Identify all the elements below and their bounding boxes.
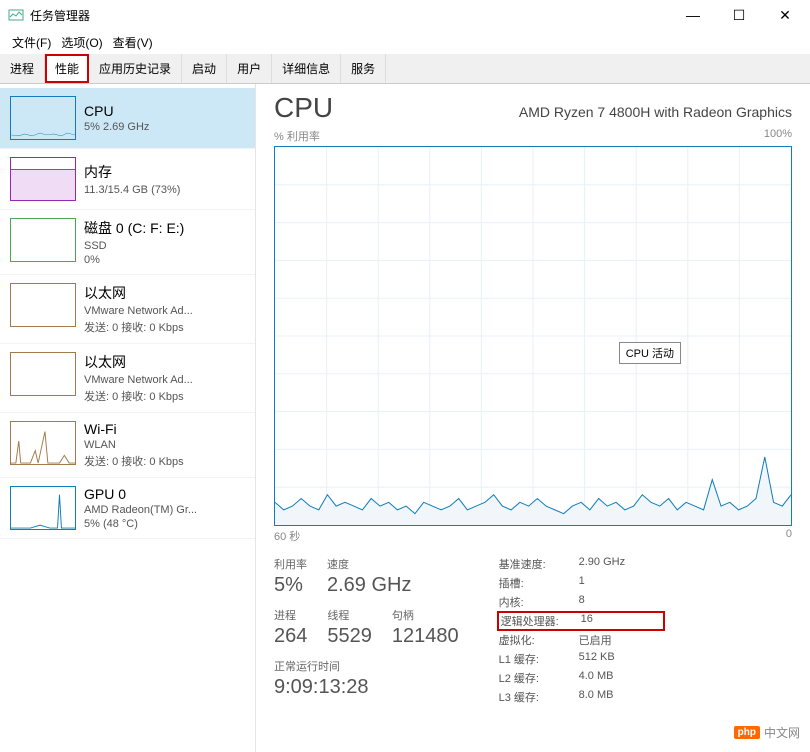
memory-spark-icon bbox=[10, 157, 76, 201]
stat-util-value: 5% bbox=[274, 574, 307, 597]
detail-model: AMD Ryzen 7 4800H with Radeon Graphics bbox=[519, 104, 792, 120]
sidebar-eth1-sub2: 发送: 0 接收: 0 Kbps bbox=[84, 319, 193, 335]
stat-uptime-value: 9:09:13:28 bbox=[274, 676, 459, 699]
tab-details[interactable]: 详细信息 bbox=[272, 54, 341, 83]
sidebar-cpu-sub: 5% 2.69 GHz bbox=[84, 121, 149, 133]
watermark-text: 中文网 bbox=[764, 724, 800, 741]
sidebar-disk-sub2: 0% bbox=[84, 254, 184, 266]
sidebar-item-wifi[interactable]: Wi-Fi WLAN 发送: 0 接收: 0 Kbps bbox=[0, 413, 255, 478]
chart-tooltip: CPU 活动 bbox=[619, 342, 681, 364]
sidebar-wifi-title: Wi-Fi bbox=[84, 421, 184, 437]
ethernet-spark-icon bbox=[10, 283, 76, 327]
sidebar-disk-title: 磁盘 0 (C: F: E:) bbox=[84, 218, 184, 238]
spec-l1-value: 512 KB bbox=[579, 651, 659, 667]
sidebar-item-memory[interactable]: 内存 11.3/15.4 GB (73%) bbox=[0, 149, 255, 210]
sidebar-item-ethernet-2[interactable]: 以太网 VMware Network Ad... 发送: 0 接收: 0 Kbp… bbox=[0, 344, 255, 413]
tab-processes[interactable]: 进程 bbox=[0, 54, 45, 83]
sidebar-eth2-title: 以太网 bbox=[84, 352, 193, 372]
chart-xlabel-left: 60 秒 bbox=[274, 528, 300, 544]
sidebar-memory-sub: 11.3/15.4 GB (73%) bbox=[84, 184, 180, 196]
titlebar: 任务管理器 — ☐ ✕ bbox=[0, 0, 810, 30]
spec-logical-value: 16 bbox=[581, 613, 661, 629]
menubar: 文件(F) 选项(O) 查看(V) bbox=[0, 30, 810, 54]
sidebar-cpu-title: CPU bbox=[84, 103, 149, 119]
spec-l3-value: 8.0 MB bbox=[579, 689, 659, 705]
chart-ylabel: % 利用率 bbox=[274, 128, 320, 144]
chart-ymax: 100% bbox=[764, 128, 792, 144]
tab-users[interactable]: 用户 bbox=[227, 54, 272, 83]
chart-xlabel-right: 0 bbox=[786, 528, 792, 544]
menu-file[interactable]: 文件(F) bbox=[8, 32, 55, 53]
spec-logical-label: 逻辑处理器: bbox=[501, 613, 581, 629]
tab-startup[interactable]: 启动 bbox=[182, 54, 227, 83]
stat-uptime-label: 正常运行时间 bbox=[274, 658, 459, 674]
sidebar-gpu-sub2: 5% (48 °C) bbox=[84, 518, 197, 530]
sidebar-eth2-sub2: 发送: 0 接收: 0 Kbps bbox=[84, 388, 193, 404]
watermark-badge: php bbox=[734, 726, 760, 739]
watermark: php 中文网 bbox=[734, 724, 800, 741]
stat-util-label: 利用率 bbox=[274, 556, 307, 572]
close-button[interactable]: ✕ bbox=[762, 0, 808, 30]
disk-spark-icon bbox=[10, 218, 76, 262]
maximize-button[interactable]: ☐ bbox=[716, 0, 762, 30]
sidebar-item-cpu[interactable]: CPU 5% 2.69 GHz bbox=[0, 88, 255, 149]
sidebar-item-ethernet-1[interactable]: 以太网 VMware Network Ad... 发送: 0 接收: 0 Kbp… bbox=[0, 275, 255, 344]
stat-proc-value: 264 bbox=[274, 625, 307, 648]
menu-options[interactable]: 选项(O) bbox=[57, 32, 106, 53]
spec-core-value: 8 bbox=[579, 594, 659, 610]
spec-l2-value: 4.0 MB bbox=[579, 670, 659, 686]
spec-core-label: 内核: bbox=[499, 594, 579, 610]
sidebar-wifi-sub2: 发送: 0 接收: 0 Kbps bbox=[84, 453, 184, 469]
spec-socket-value: 1 bbox=[579, 575, 659, 591]
stat-speed-label: 速度 bbox=[327, 556, 411, 572]
sidebar-item-disk[interactable]: 磁盘 0 (C: F: E:) SSD 0% bbox=[0, 210, 255, 275]
spec-virt-value: 已启用 bbox=[579, 632, 659, 648]
window-title: 任务管理器 bbox=[30, 7, 90, 24]
stat-handle-label: 句柄 bbox=[392, 607, 459, 623]
tab-history[interactable]: 应用历史记录 bbox=[89, 54, 182, 83]
tab-services[interactable]: 服务 bbox=[341, 54, 386, 83]
ethernet-spark-icon bbox=[10, 352, 76, 396]
sidebar: CPU 5% 2.69 GHz 内存 11.3/15.4 GB (73%) 磁盘… bbox=[0, 84, 256, 752]
wifi-spark-icon bbox=[10, 421, 76, 465]
tab-performance[interactable]: 性能 bbox=[45, 54, 89, 83]
sidebar-eth1-sub1: VMware Network Ad... bbox=[84, 305, 193, 317]
cpu-spark-icon bbox=[10, 96, 76, 140]
sidebar-memory-title: 内存 bbox=[84, 162, 180, 182]
stat-thread-value: 5529 bbox=[327, 625, 372, 648]
spec-virt-label: 虚拟化: bbox=[499, 632, 579, 648]
detail-title: CPU bbox=[274, 92, 333, 124]
gpu-spark-icon bbox=[10, 486, 76, 530]
spec-l2-label: L2 缓存: bbox=[499, 670, 579, 686]
tabbar: 进程 性能 应用历史记录 启动 用户 详细信息 服务 bbox=[0, 54, 810, 84]
spec-l3-label: L3 缓存: bbox=[499, 689, 579, 705]
stat-speed-value: 2.69 GHz bbox=[327, 574, 411, 597]
sidebar-wifi-sub1: WLAN bbox=[84, 439, 184, 451]
sidebar-gpu-title: GPU 0 bbox=[84, 486, 197, 502]
sidebar-item-gpu[interactable]: GPU 0 AMD Radeon(TM) Gr... 5% (48 °C) bbox=[0, 478, 255, 539]
app-icon bbox=[8, 7, 24, 23]
stat-handle-value: 121480 bbox=[392, 625, 459, 648]
spec-base-label: 基准速度: bbox=[499, 556, 579, 572]
stat-proc-label: 进程 bbox=[274, 607, 307, 623]
menu-view[interactable]: 查看(V) bbox=[109, 32, 157, 53]
sidebar-eth2-sub1: VMware Network Ad... bbox=[84, 374, 193, 386]
sidebar-gpu-sub1: AMD Radeon(TM) Gr... bbox=[84, 504, 197, 516]
sidebar-disk-sub1: SSD bbox=[84, 240, 184, 252]
spec-logical-highlight: 逻辑处理器:16 bbox=[497, 611, 665, 631]
spec-socket-label: 插槽: bbox=[499, 575, 579, 591]
sidebar-eth1-title: 以太网 bbox=[84, 283, 193, 303]
spec-l1-label: L1 缓存: bbox=[499, 651, 579, 667]
detail-panel: CPU AMD Ryzen 7 4800H with Radeon Graphi… bbox=[256, 84, 810, 752]
spec-base-value: 2.90 GHz bbox=[579, 556, 659, 572]
stat-thread-label: 线程 bbox=[327, 607, 372, 623]
minimize-button[interactable]: — bbox=[670, 0, 716, 30]
cpu-chart[interactable]: CPU 活动 bbox=[274, 146, 792, 526]
